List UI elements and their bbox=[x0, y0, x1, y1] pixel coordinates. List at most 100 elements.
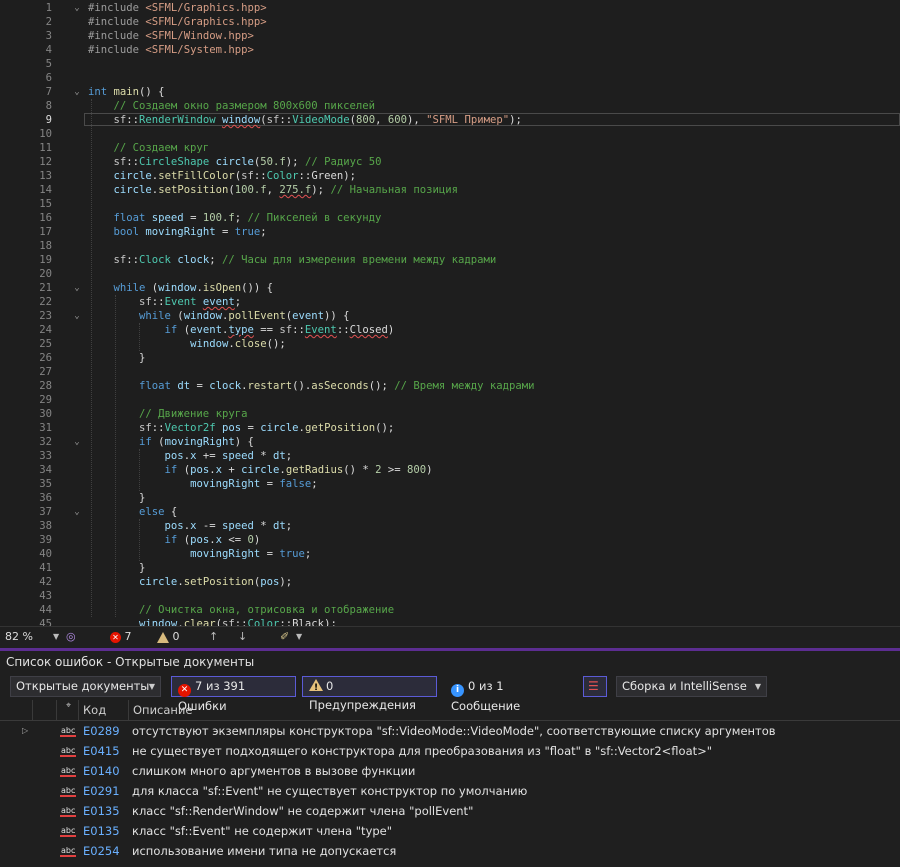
warning-count[interactable]: 0 bbox=[157, 629, 180, 645]
fold-toggle-icon[interactable]: ⌄ bbox=[72, 85, 82, 99]
code-line[interactable]: 22 sf::Event event; bbox=[0, 295, 900, 309]
code-text: } bbox=[88, 492, 146, 504]
code-line[interactable]: 45 window.clear(sf::Color::Black); bbox=[0, 617, 900, 626]
code-line[interactable]: 17 bool movingRight = true; bbox=[0, 225, 900, 239]
fold-toggle-icon[interactable]: ⌄ bbox=[72, 435, 82, 449]
fold-toggle-icon[interactable]: ⌄ bbox=[72, 281, 82, 295]
expand-arrow-icon[interactable]: ▷ bbox=[22, 721, 28, 741]
warnings-filter-button[interactable]: 0 Предупреждения bbox=[302, 676, 437, 712]
code-line[interactable]: 35 movingRight = false; bbox=[0, 477, 900, 491]
code-line[interactable]: 27 bbox=[0, 365, 900, 379]
error-code-link[interactable]: E0289 bbox=[83, 721, 120, 741]
error-count[interactable]: ✕ 7 bbox=[110, 629, 132, 645]
column-header-description[interactable]: Описание bbox=[133, 700, 192, 720]
code-text: while (window.pollEvent(event)) { bbox=[139, 310, 350, 322]
code-line[interactable]: 32 ⌄ if (movingRight) { bbox=[0, 435, 900, 449]
line-number: 1 bbox=[45, 2, 52, 14]
code-line[interactable]: 23 ⌄ while (window.pollEvent(event)) { bbox=[0, 309, 900, 323]
code-line[interactable]: 25 window.close(); bbox=[0, 337, 900, 351]
error-row[interactable]: abc E0135 класс "sf::RenderWindow" не соде… bbox=[0, 801, 900, 821]
code-line[interactable]: 26 } bbox=[0, 351, 900, 365]
code-line[interactable]: 24 if (event.type == sf::Event::Closed) bbox=[0, 323, 900, 337]
code-line[interactable]: 1 ⌄ #include <SFML/Graphics.hpp> bbox=[0, 1, 900, 15]
error-code-link[interactable]: E0415 bbox=[83, 741, 120, 761]
code-line[interactable]: 13 circle.setFillColor(sf::Color::Green)… bbox=[0, 169, 900, 183]
code-line[interactable]: 36 } bbox=[0, 491, 900, 505]
zoom-level[interactable]: 82 % bbox=[5, 629, 33, 645]
cleanup-dropdown-icon[interactable]: ▼ bbox=[296, 629, 302, 645]
code-line[interactable]: 34 if (pos.x + circle.getRadius() * 2 >=… bbox=[0, 463, 900, 477]
fold-toggle-icon[interactable]: ⌄ bbox=[72, 505, 82, 519]
code-line[interactable]: 5 bbox=[0, 57, 900, 71]
code-line[interactable]: 15 bbox=[0, 197, 900, 211]
line-number: 36 bbox=[39, 492, 52, 504]
error-code-link[interactable]: E0135 bbox=[83, 801, 120, 821]
code-line[interactable]: 10 bbox=[0, 127, 900, 141]
line-number: 26 bbox=[39, 352, 52, 364]
code-line[interactable]: 30 // Движение круга bbox=[0, 407, 900, 421]
code-line[interactable]: 20 bbox=[0, 267, 900, 281]
code-line[interactable]: 42 circle.setPosition(pos); bbox=[0, 575, 900, 589]
code-line[interactable]: 8 // Создаем окно размером 800x600 пиксе… bbox=[0, 99, 900, 113]
messages-filter-button[interactable]: i0 из 1 Сообщение bbox=[444, 676, 576, 713]
error-row[interactable]: ▷ abc E0289 отсутствуют экземпляры конструк… bbox=[0, 721, 900, 741]
code-line[interactable]: 29 bbox=[0, 393, 900, 407]
code-editor[interactable]: 1 ⌄ #include <SFML/Graphics.hpp> 2 #include … bbox=[0, 0, 900, 626]
code-line[interactable]: 16 float speed = 100.f; // Пикселей в се… bbox=[0, 211, 900, 225]
code-line[interactable]: 31 sf::Vector2f pos = circle.getPosition… bbox=[0, 421, 900, 435]
code-line[interactable]: 43 bbox=[0, 589, 900, 603]
next-issue-icon[interactable]: ↓ bbox=[238, 629, 247, 645]
error-row[interactable]: abc E0135 класс "sf::Event" не содержит чл… bbox=[0, 821, 900, 841]
error-row[interactable]: abc E0415 не существует подходящего констр… bbox=[0, 741, 900, 761]
line-number: 35 bbox=[39, 478, 52, 490]
zoom-dropdown-icon[interactable]: ▼ bbox=[53, 629, 59, 645]
line-number: 12 bbox=[39, 156, 52, 168]
code-line[interactable]: 40 movingRight = true; bbox=[0, 547, 900, 561]
source-dropdown[interactable]: Сборка и IntelliSense ▼ bbox=[616, 676, 767, 697]
error-row[interactable]: abc E0254 использование имени типа не допу… bbox=[0, 841, 900, 861]
error-code-link[interactable]: E0291 bbox=[83, 781, 120, 801]
code-text: sf::Clock clock; // Часы для измерения в… bbox=[113, 254, 497, 266]
error-list-panel: Список ошибок - Открытые документы Откры… bbox=[0, 651, 900, 867]
code-text: circle.setPosition(100.f, 275.f); // Нач… bbox=[113, 184, 458, 196]
code-line[interactable]: 44 // Очистка окна, отрисовка и отображе… bbox=[0, 603, 900, 617]
code-line[interactable]: 11 // Создаем круг bbox=[0, 141, 900, 155]
code-line[interactable]: 2 #include <SFML/Graphics.hpp> bbox=[0, 15, 900, 29]
code-line[interactable]: 38 pos.x -= speed * dt; bbox=[0, 519, 900, 533]
fold-toggle-icon[interactable]: ⌄ bbox=[72, 309, 82, 323]
code-line[interactable]: 6 bbox=[0, 71, 900, 85]
copilot-icon[interactable]: ◎ bbox=[66, 629, 76, 645]
column-header-code[interactable]: Код bbox=[83, 700, 106, 720]
error-description: отсутствуют экземпляры конструктора "sf:… bbox=[132, 724, 776, 738]
code-line[interactable]: 21 ⌄ while (window.isOpen()) { bbox=[0, 281, 900, 295]
line-number: 6 bbox=[45, 72, 52, 84]
code-line[interactable]: 14 circle.setPosition(100.f, 275.f); // … bbox=[0, 183, 900, 197]
code-line[interactable]: 12 sf::CircleShape circle(50.f); // Ради… bbox=[0, 155, 900, 169]
code-line[interactable]: 39 if (pos.x <= 0) bbox=[0, 533, 900, 547]
code-line[interactable]: 41 } bbox=[0, 561, 900, 575]
code-line[interactable]: 33 pos.x += speed * dt; bbox=[0, 449, 900, 463]
line-number: 42 bbox=[39, 576, 52, 588]
pin-icon[interactable]: ⌖ bbox=[66, 696, 71, 716]
errors-filter-button[interactable]: ✕ 7 из 391 Ошибки bbox=[171, 676, 296, 713]
code-line[interactable]: 19 sf::Clock clock; // Часы для измерени… bbox=[0, 253, 900, 267]
previous-issue-icon[interactable]: ↑ bbox=[209, 629, 218, 645]
cleanup-brush-icon[interactable]: ✐ bbox=[280, 629, 289, 645]
error-row[interactable]: abc E0140 слишком много аргументов в вызов… bbox=[0, 761, 900, 781]
code-text: sf::Event event; bbox=[139, 296, 242, 308]
indent-guide bbox=[139, 519, 140, 561]
code-line[interactable]: 28 float dt = clock.restart().asSeconds(… bbox=[0, 379, 900, 393]
code-line[interactable]: 4 #include <SFML/System.hpp> bbox=[0, 43, 900, 57]
code-line[interactable]: 9 sf::RenderWindow window(sf::VideoMode(… bbox=[0, 113, 900, 127]
error-code-link[interactable]: E0135 bbox=[83, 821, 120, 841]
filter-toggle-button[interactable]: ☰ bbox=[583, 676, 607, 697]
error-row[interactable]: abc E0291 для класса "sf::Event" не сущест… bbox=[0, 781, 900, 801]
code-line[interactable]: 37 ⌄ else { bbox=[0, 505, 900, 519]
scope-dropdown[interactable]: Открытые документы ▼ bbox=[10, 676, 161, 697]
error-code-link[interactable]: E0140 bbox=[83, 761, 120, 781]
code-line[interactable]: 3 #include <SFML/Window.hpp> bbox=[0, 29, 900, 43]
error-code-link[interactable]: E0254 bbox=[83, 841, 120, 861]
fold-toggle-icon[interactable]: ⌄ bbox=[72, 1, 82, 15]
code-line[interactable]: 18 bbox=[0, 239, 900, 253]
code-line[interactable]: 7 ⌄ int main() { bbox=[0, 85, 900, 99]
